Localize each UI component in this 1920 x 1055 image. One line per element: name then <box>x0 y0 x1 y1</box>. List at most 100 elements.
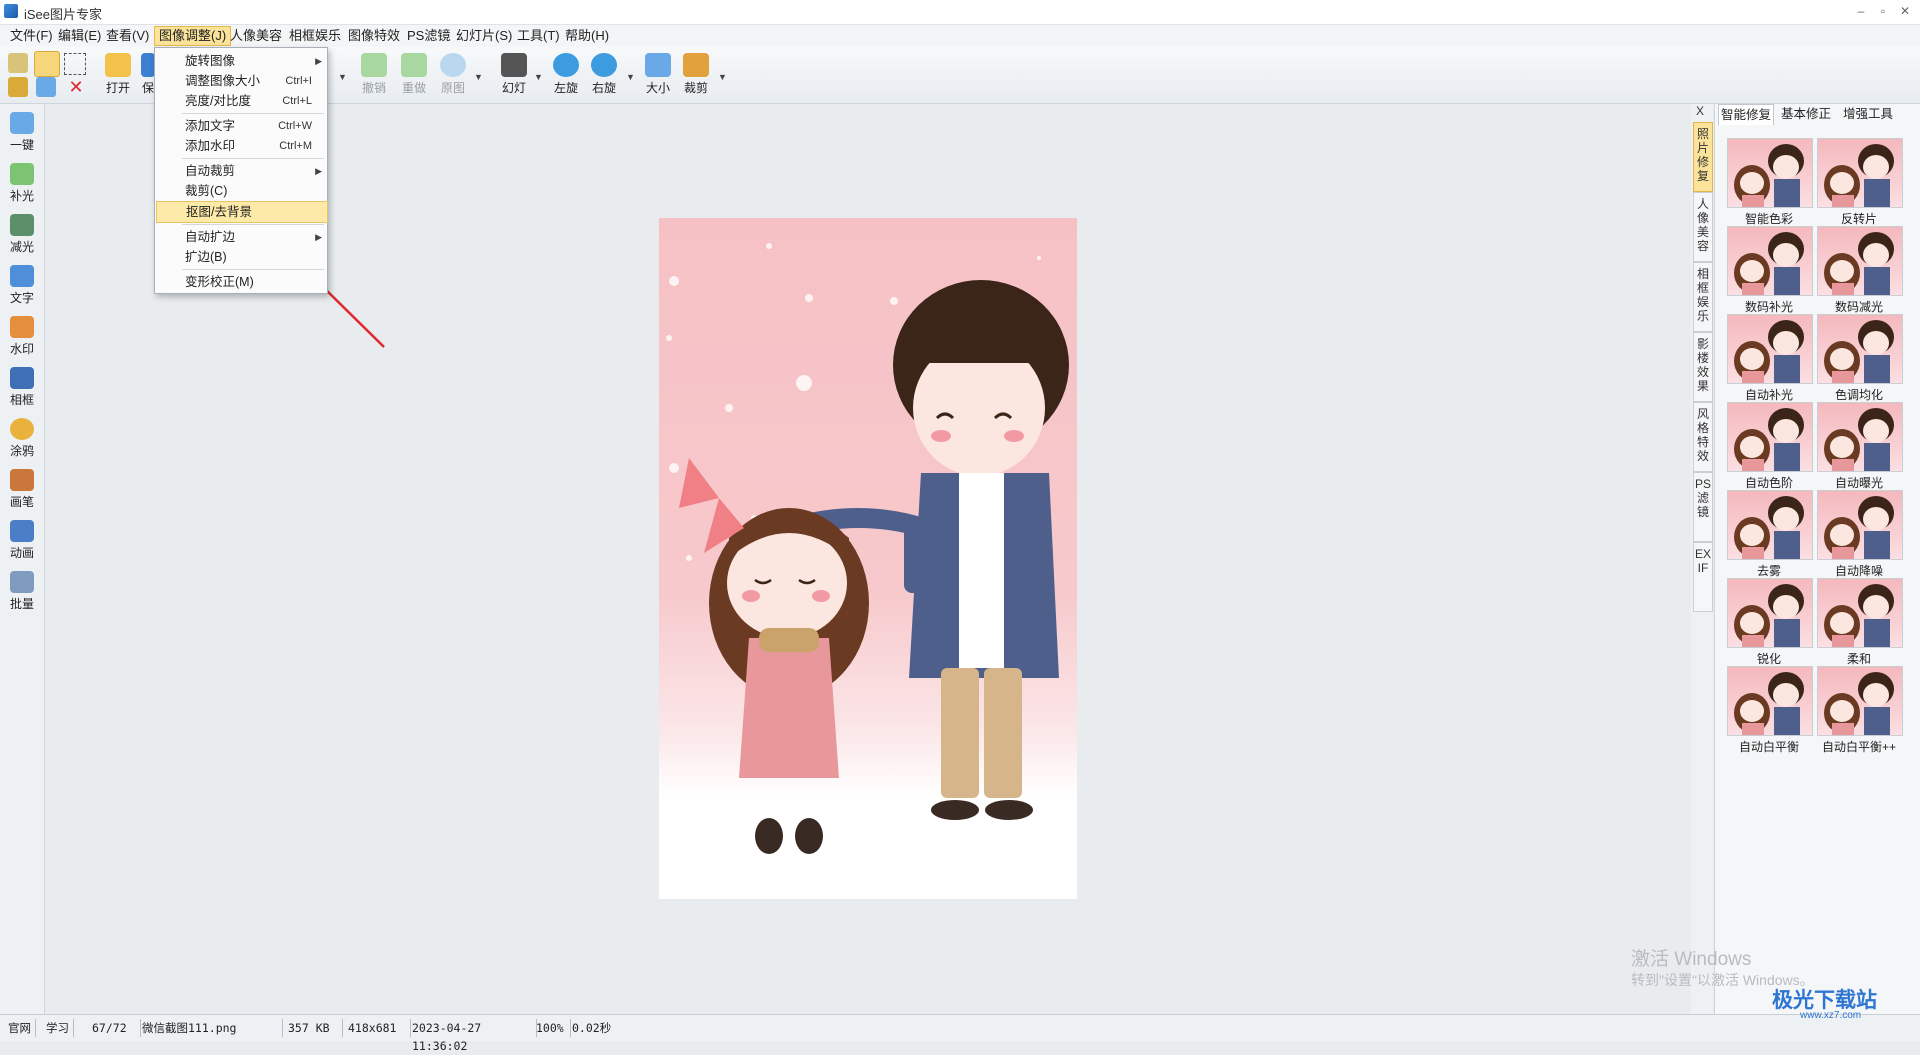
effect-thumbnail[interactable]: 数码减光 <box>1817 226 1903 314</box>
chevron-down-icon[interactable]: ▼ <box>626 72 635 82</box>
dd-crop[interactable]: 裁剪(C) <box>156 181 326 201</box>
vtab-studio[interactable]: 影楼效果 <box>1693 332 1713 402</box>
dd-expand-border[interactable]: 扩边(B) <box>156 247 326 267</box>
tool-one-click[interactable]: 一键 <box>0 108 44 156</box>
frame-icon <box>10 367 34 389</box>
tool-frame[interactable]: 相框 <box>0 363 44 411</box>
vtab-exif[interactable]: EXIF <box>1693 542 1713 612</box>
app-icon <box>4 4 18 18</box>
effect-preview-image <box>1727 226 1813 296</box>
close-button[interactable]: ✕ <box>1896 3 1914 19</box>
effect-thumbnail[interactable]: 反转片 <box>1817 138 1903 226</box>
chevron-down-icon[interactable]: ▼ <box>718 72 727 82</box>
undo-button[interactable]: 撤销 <box>356 50 392 100</box>
image-index: 67/72 <box>92 1019 141 1037</box>
effect-thumbnail[interactable]: 自动补光 <box>1727 314 1813 402</box>
chevron-down-icon[interactable]: ▼ <box>338 72 347 82</box>
menu-portrait[interactable]: 人像美容 <box>226 27 286 45</box>
effect-preview-image <box>1727 402 1813 472</box>
chevron-down-icon[interactable]: ▼ <box>534 72 543 82</box>
tool-brush[interactable]: 画笔 <box>0 465 44 513</box>
vtab-ps-filter[interactable]: PS滤镜 <box>1693 472 1713 542</box>
delete-icon[interactable]: ✕ <box>66 77 86 97</box>
official-site-link[interactable]: 官网 <box>8 1019 36 1037</box>
effect-thumbnail[interactable]: 自动白平衡 <box>1727 666 1813 754</box>
dd-brightness-contrast[interactable]: 亮度/对比度 Ctrl+L <box>156 91 326 111</box>
dd-rotate-image[interactable]: 旋转图像 ▶ <box>156 51 326 71</box>
dd-resize-image[interactable]: 调整图像大小 Ctrl+I <box>156 71 326 91</box>
minimize-button[interactable]: – <box>1852 3 1870 19</box>
effect-thumbnail[interactable]: 色调均化 <box>1817 314 1903 402</box>
tab-smart-repair[interactable]: 智能修复 <box>1718 104 1774 125</box>
zoom-level: 100% <box>536 1019 571 1037</box>
tool-batch[interactable]: 批量 <box>0 567 44 615</box>
effect-preview-image <box>1727 578 1813 648</box>
learn-link[interactable]: 学习 <box>46 1019 74 1037</box>
file-size: 357 KB <box>288 1019 343 1037</box>
effect-thumbnail[interactable]: 智能色彩 <box>1727 138 1813 226</box>
tab-enhance-tools[interactable]: 增强工具 <box>1839 104 1897 124</box>
tool-doodle[interactable]: 涂鸦 <box>0 414 44 462</box>
effect-thumbnail[interactable]: 自动曝光 <box>1817 402 1903 490</box>
open-button[interactable]: 打开 <box>100 50 136 100</box>
effect-thumbnail-label: 柔和 <box>1846 652 1871 666</box>
tool-fill-light[interactable]: 补光 <box>0 159 44 207</box>
vtab-frame[interactable]: 相框娱乐 <box>1693 262 1713 332</box>
maximize-button[interactable]: ▫ <box>1874 3 1892 19</box>
tool-reduce-light[interactable]: 减光 <box>0 210 44 258</box>
menu-ps-filter[interactable]: PS滤镜 <box>403 27 454 45</box>
folder-icon <box>105 53 131 77</box>
chevron-down-icon[interactable]: ▼ <box>474 72 483 82</box>
effect-thumbnail-label: 数码补光 <box>1744 300 1793 314</box>
browse-icon[interactable] <box>8 53 28 73</box>
menu-effects[interactable]: 图像特效 <box>344 27 404 45</box>
dd-auto-crop[interactable]: 自动裁剪 ▶ <box>156 161 326 181</box>
effect-preview-image <box>1727 666 1813 736</box>
menu-tools[interactable]: 工具(T) <box>513 27 564 45</box>
image-adjust-dropdown: 旋转图像 ▶ 调整图像大小 Ctrl+I 亮度/对比度 Ctrl+L 添加文字 Ctrl… <box>154 47 328 294</box>
text-icon <box>10 265 34 287</box>
effect-thumbnail[interactable]: 自动色阶 <box>1727 402 1813 490</box>
site-logo-url: www.xz7.com <box>1800 1010 1862 1021</box>
menu-edit[interactable]: 编辑(E) <box>54 27 105 45</box>
original-button[interactable]: 原图 <box>435 50 471 100</box>
menu-view[interactable]: 查看(V) <box>102 27 153 45</box>
menu-image-adjust[interactable]: 图像调整(J) <box>154 26 232 46</box>
effect-thumbnail[interactable]: 锐化 <box>1727 578 1813 666</box>
dd-deform-correction[interactable]: 变形校正(M) <box>156 272 326 292</box>
effect-thumbnail[interactable]: 自动降噪 <box>1817 490 1903 578</box>
dd-cutout-remove-background[interactable]: 抠图/去背景 <box>156 201 328 223</box>
rotate-right-button[interactable]: 右旋 <box>586 50 622 100</box>
rotate-left-button[interactable]: 左旋 <box>548 50 584 100</box>
paste-icon[interactable] <box>36 77 56 97</box>
hand-tool-icon[interactable] <box>34 51 60 77</box>
dd-add-text[interactable]: 添加文字 Ctrl+W <box>156 116 326 136</box>
effect-thumbnail[interactable]: 数码补光 <box>1727 226 1813 314</box>
effect-thumbnail[interactable]: 自动白平衡++ <box>1817 666 1903 754</box>
image-dimensions: 418x681 <box>348 1019 411 1037</box>
tab-basic-fix[interactable]: 基本修正 <box>1777 104 1835 124</box>
vtab-portrait[interactable]: 人像美容 <box>1693 192 1713 262</box>
menu-file[interactable]: 文件(F) <box>6 27 57 45</box>
menu-slideshow[interactable]: 幻灯片(S) <box>452 27 516 45</box>
vtab-photo-repair[interactable]: 照片修复 <box>1693 122 1713 192</box>
redo-button[interactable]: 重做 <box>396 50 432 100</box>
resize-button[interactable]: 大小 <box>640 50 676 100</box>
slideshow-button[interactable]: 幻灯 <box>496 50 532 100</box>
menu-frame[interactable]: 相框娱乐 <box>285 27 345 45</box>
dd-auto-expand[interactable]: 自动扩边 ▶ <box>156 227 326 247</box>
dd-add-watermark[interactable]: 添加水印 Ctrl+M <box>156 136 326 156</box>
tool-text[interactable]: 文字 <box>0 261 44 309</box>
panel-close-button[interactable]: X <box>1696 104 1704 118</box>
menu-help[interactable]: 帮助(H) <box>561 27 613 45</box>
tool-watermark[interactable]: 水印 <box>0 312 44 360</box>
effect-thumbnail[interactable]: 柔和 <box>1817 578 1903 666</box>
tool-animation[interactable]: 动画 <box>0 516 44 564</box>
effect-thumbnail-label: 自动白平衡 <box>1738 740 1799 754</box>
copy-icon[interactable] <box>8 77 28 97</box>
menu-separator <box>182 269 324 270</box>
crop-button[interactable]: 裁剪 <box>678 50 714 100</box>
effect-thumbnail[interactable]: 去雾 <box>1727 490 1813 578</box>
vtab-style[interactable]: 风格特效 <box>1693 402 1713 472</box>
select-tool-icon[interactable] <box>64 53 86 75</box>
